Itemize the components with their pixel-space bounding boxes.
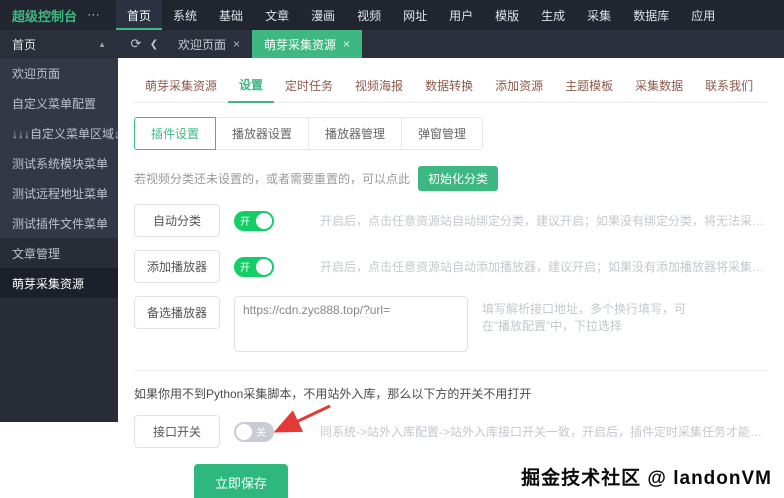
top-nav: 首页 系统 基础 文章 漫画 视频 网址 用户 模版 生成 采集 数据库 应用 [116, 0, 726, 30]
tab-mengya-label: 萌芽采集资源 [264, 37, 337, 52]
auto-category-label: 自动分类 [134, 204, 220, 237]
page-tab-add-resource[interactable]: 添加资源 [484, 69, 554, 102]
sub-tab-player-settings[interactable]: 播放器设置 [215, 117, 310, 150]
tab-mengya-collect[interactable]: 萌芽采集资源 × [252, 30, 363, 58]
auto-category-toggle[interactable]: 开 [234, 210, 274, 231]
top-nav-collect[interactable]: 采集 [576, 0, 622, 30]
add-player-hint: 开启后，点击任意资源站自动添加播放器，建议开启；如果没有添加播放器将采集不到播放… [320, 260, 768, 274]
main-area: ⟳ ❮ 欢迎页面 × 萌芽采集资源 × 萌芽采集资源 设置 定时任务 视频海报 … [118, 30, 784, 498]
close-icon[interactable]: × [233, 37, 240, 51]
sidebar-item-welcome[interactable]: 欢迎页面 [0, 58, 118, 88]
api-switch-hint: 同系统->站外入库配置->站外入库接口开关一致，开启后，插件定时采集任务才能采集… [320, 425, 768, 439]
top-nav-template[interactable]: 模版 [484, 0, 530, 30]
sidebar-item-test-remote-address[interactable]: 测试远程地址菜单 [0, 178, 118, 208]
sidebar-item-mengya-collect[interactable]: 萌芽采集资源 [0, 268, 118, 298]
sidebar-item-article-manage[interactable]: 文章管理 [0, 238, 118, 268]
page-tab-theme-template[interactable]: 主题模板 [554, 69, 624, 102]
page-tab-collect-data[interactable]: 采集数据 [624, 69, 694, 102]
page-tab-settings[interactable]: 设置 [228, 68, 275, 103]
back-chevron-icon[interactable]: ❮ [146, 39, 162, 50]
top-nav-app[interactable]: 应用 [680, 0, 726, 30]
notice-text: 若视频分类还未设置的，或者需要重置的，可以点此 [134, 172, 411, 186]
sub-tab-popup-manage[interactable]: 弹窗管理 [401, 117, 484, 150]
sub-tab-player-manage[interactable]: 播放器管理 [308, 117, 403, 150]
backup-player-label: 备选播放器 [134, 296, 220, 329]
backup-player-row: 备选播放器 https://cdn.zyc888.top/?url= 填写解析接… [134, 296, 768, 352]
save-button[interactable]: 立即保存 [194, 464, 289, 498]
toggle-knob [236, 423, 252, 440]
page-tab-title[interactable]: 萌芽采集资源 [134, 69, 228, 102]
top-nav-basic[interactable]: 基础 [208, 0, 254, 30]
tab-welcome[interactable]: 欢迎页面 × [166, 30, 252, 58]
page-content: 萌芽采集资源 设置 定时任务 视频海报 数据转换 添加资源 主题模板 采集数据 … [118, 58, 784, 498]
tab-welcome-label: 欢迎页面 [178, 37, 227, 52]
add-player-toggle[interactable]: 开 [234, 256, 274, 277]
caret-up-icon: ▲ [98, 39, 106, 49]
python-warning-text: 如果你用不到Python采集脚本，不用站外入库，那么以下方的开关不用打开 [134, 370, 768, 402]
sidebar-item-test-plugin-file[interactable]: 测试插件文件菜单 [0, 208, 118, 238]
top-nav-url[interactable]: 网址 [392, 0, 438, 30]
sidebar-item-home[interactable]: 首页 ▲ [0, 30, 118, 58]
sidebar-home-label: 首页 [12, 37, 37, 52]
init-category-button[interactable]: 初始化分类 [418, 166, 499, 191]
sidebar-item-test-system-module[interactable]: 测试系统模块菜单 [0, 148, 118, 178]
add-player-label: 添加播放器 [134, 250, 220, 283]
auto-category-hint: 开启后，点击任意资源站自动绑定分类，建议开启；如果没有绑定分类，将无法采集到此分… [320, 214, 768, 228]
top-nav-home[interactable]: 首页 [116, 0, 163, 30]
toggle-knob [256, 212, 272, 229]
close-icon[interactable]: × [343, 37, 350, 51]
top-nav-article[interactable]: 文章 [254, 0, 300, 30]
sidebar-lower-group: 文章管理 萌芽采集资源 [0, 238, 118, 422]
brand-title: 超级控制台 [12, 8, 78, 24]
toggle-knob [256, 258, 272, 275]
top-bar: 超级控制台 ⋯ 首页 系统 基础 文章 漫画 视频 网址 用户 模版 生成 采集… [0, 0, 784, 30]
sub-tabs: 插件设置 播放器设置 播放器管理 弹窗管理 [134, 117, 768, 150]
more-menu-icon[interactable]: ⋯ [87, 7, 100, 23]
top-nav-database[interactable]: 数据库 [622, 0, 680, 30]
backup-player-hint: 填写解析接口地址，多个换行填写，可在“播放配置”中，下拉选择 [482, 302, 687, 333]
api-switch-toggle[interactable]: 关 [234, 421, 274, 442]
sub-tab-plugin-settings[interactable]: 插件设置 [134, 117, 217, 150]
api-switch-row: 接口开关 关 同系统->站外入库配置->站外入库接口开关一致，开启后，插件定时采… [134, 404, 768, 448]
sidebar-item-custom-menu-config[interactable]: 自定义菜单配置 [0, 88, 118, 118]
top-nav-generate[interactable]: 生成 [530, 0, 576, 30]
page-tab-video-poster[interactable]: 视频海报 [344, 69, 414, 102]
page-tab-cron[interactable]: 定时任务 [274, 69, 344, 102]
watermark-text: 掘金技术社区 @ landonVM [521, 468, 772, 489]
top-nav-video[interactable]: 视频 [346, 0, 392, 30]
body-row: 首页 ▲ 欢迎页面 自定义菜单配置 ↓↓↓自定义菜单区域↓↓↓ 测试系统模块菜单… [0, 30, 784, 498]
top-nav-user[interactable]: 用户 [438, 0, 484, 30]
toggle-on-text: 开 [240, 263, 250, 274]
top-nav-system[interactable]: 系统 [162, 0, 208, 30]
sidebar-item-custom-menu-zone[interactable]: ↓↓↓自定义菜单区域↓↓↓ [0, 118, 132, 148]
sidebar: 首页 ▲ 欢迎页面 自定义菜单配置 ↓↓↓自定义菜单区域↓↓↓ 测试系统模块菜单… [0, 30, 132, 422]
api-switch-label: 接口开关 [134, 415, 220, 448]
top-nav-comic[interactable]: 漫画 [300, 0, 346, 30]
toggle-on-text: 开 [240, 217, 250, 228]
toggle-off-text: 关 [256, 428, 266, 439]
refresh-icon[interactable]: ⟳ [126, 36, 146, 52]
admin-console-window: 超级控制台 ⋯ 首页 系统 基础 文章 漫画 视频 网址 用户 模版 生成 采集… [0, 0, 784, 498]
open-tabs: 欢迎页面 × 萌芽采集资源 × [166, 30, 363, 58]
page-tabs: 萌芽采集资源 设置 定时任务 视频海报 数据转换 添加资源 主题模板 采集数据 … [134, 68, 768, 103]
add-player-row: 添加播放器 开 开启后，点击任意资源站自动添加播放器，建议开启；如果没有添加播放… [134, 250, 768, 283]
auto-category-row: 自动分类 开 开启后，点击任意资源站自动绑定分类，建议开启；如果没有绑定分类，将… [134, 204, 768, 237]
page-tab-contact[interactable]: 联系我们 [694, 69, 764, 102]
window-tab-bar: ⟳ ❮ 欢迎页面 × 萌芽采集资源 × [118, 30, 784, 58]
category-notice: 若视频分类还未设置的，或者需要重置的，可以点此 初始化分类 [134, 166, 768, 191]
backup-player-textarea[interactable]: https://cdn.zyc888.top/?url= [234, 296, 468, 352]
page-tab-data-convert[interactable]: 数据转换 [414, 69, 484, 102]
